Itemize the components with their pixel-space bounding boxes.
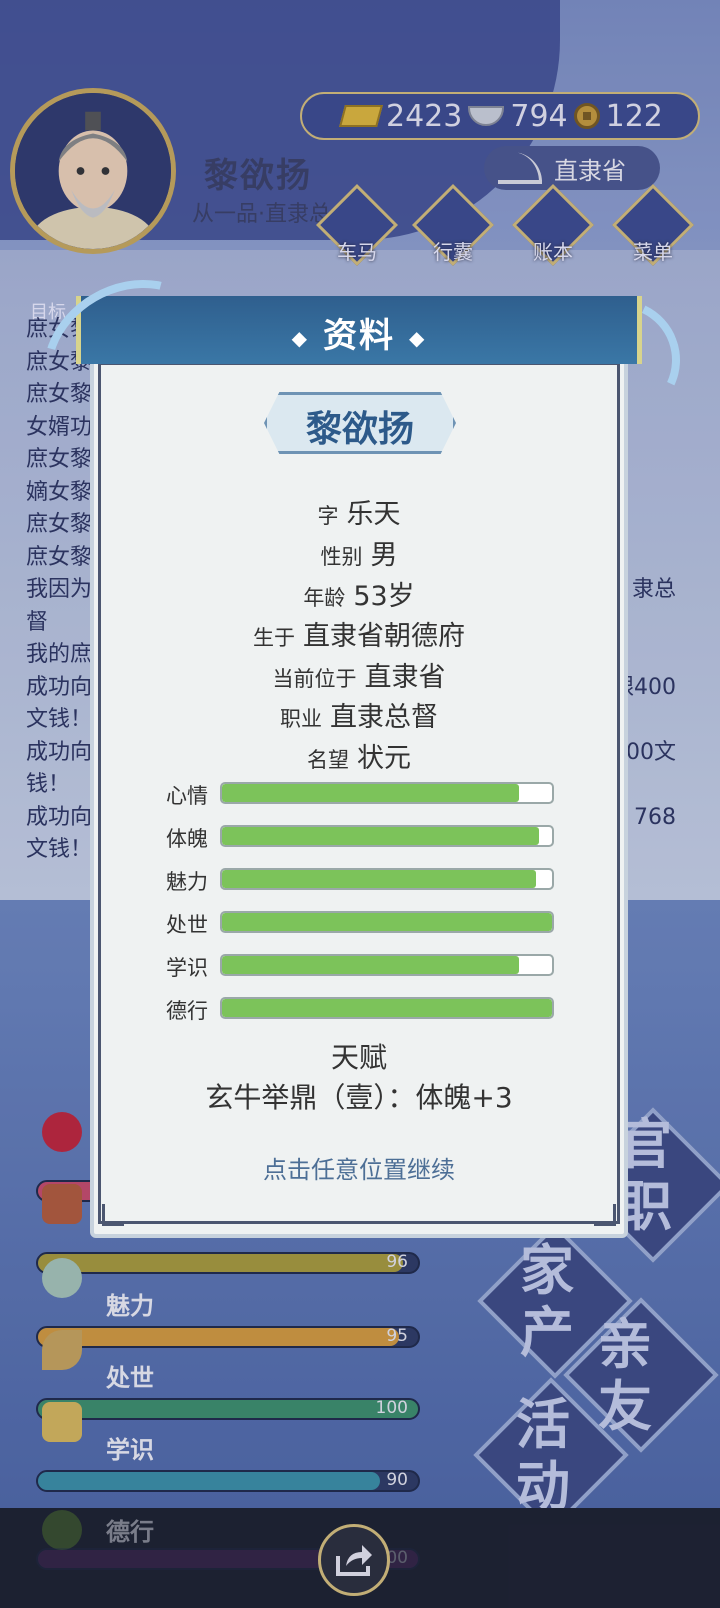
stat-bar-fill (222, 827, 539, 845)
info-key: 性别 (320, 545, 363, 569)
stat-label: 德行 (166, 999, 208, 1023)
stat-bar (220, 954, 554, 976)
info-reputation: 名望 状元 (94, 736, 624, 775)
info-key: 当前位于 (272, 667, 357, 691)
stat-bar-fill (222, 956, 519, 974)
continue-hint[interactable]: 点击任意位置继续 (94, 1150, 624, 1185)
info-age: 年龄 53岁 (94, 574, 624, 613)
corner-ornament (102, 1204, 124, 1226)
info-value: 直隶省 (364, 662, 446, 693)
stat-bar-fill (222, 913, 552, 931)
info-key: 字 (317, 504, 339, 528)
info-value: 53岁 (353, 581, 415, 612)
game-screen[interactable]: { "currency": {"gold": "2423", "silver":… (0, 0, 720, 1608)
info-occupation: 职业 直隶总督 (94, 695, 624, 734)
stat-label: 心情 (166, 784, 208, 808)
stat-bar (220, 868, 554, 890)
info-value: 男 (370, 540, 398, 571)
stat-label: 魅力 (166, 870, 208, 894)
stat-bar (220, 997, 554, 1019)
stat-bar (220, 825, 554, 847)
info-birthplace: 生于 直隶省朝德府 (94, 614, 624, 653)
info-key: 年龄 (303, 586, 346, 610)
talent-text: 玄牛举鼎（壹）：体魄+3 (205, 1081, 513, 1114)
info-value: 直隶总督 (330, 702, 438, 733)
info-value: 直隶省朝德府 (303, 621, 465, 652)
info-value: 状元 (357, 743, 411, 774)
stat-bar-fill (222, 870, 536, 888)
stat-bar (220, 782, 554, 804)
stat-label: 处世 (166, 913, 208, 937)
info-gender: 性别男 (94, 533, 624, 572)
stat-bar-fill (222, 784, 519, 802)
stat-bar-fill (222, 999, 552, 1017)
info-key: 名望 (307, 748, 349, 772)
info-key: 职业 (280, 707, 322, 731)
info-location: 当前位于 直隶省 (94, 655, 624, 694)
info-courtesy-name: 字乐天 (94, 492, 624, 531)
corner-ornament (594, 1204, 616, 1226)
stat-bar (220, 911, 554, 933)
dialog-title-text: 资料 (323, 316, 395, 356)
stat-label: 体魄 (166, 827, 208, 851)
info-key: 生于 (253, 626, 295, 650)
stat-label: 学识 (166, 956, 208, 980)
info-value: 乐天 (346, 499, 401, 530)
talent-title: 天赋 (330, 1041, 387, 1074)
dialog-name: 黎欲扬 (305, 409, 414, 450)
